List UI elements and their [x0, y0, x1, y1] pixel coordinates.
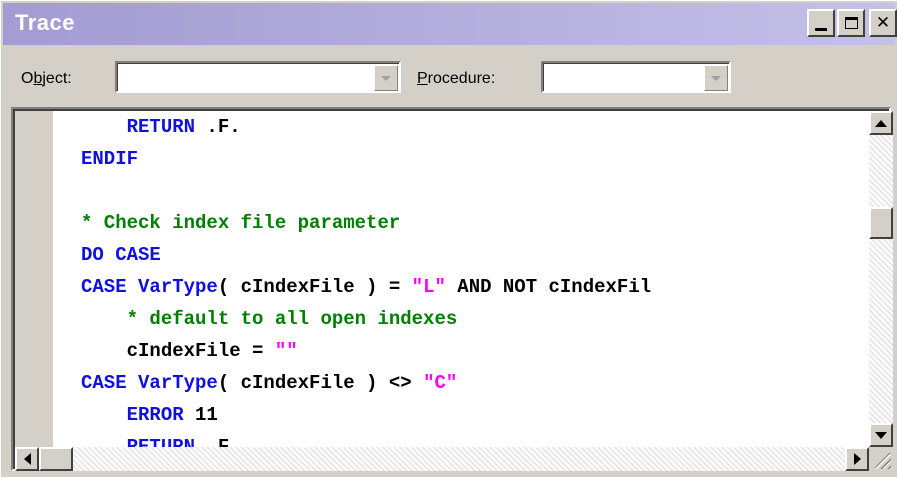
code-line[interactable]: RETURN .F. — [81, 431, 241, 447]
code-token: cIndexFile = — [126, 340, 275, 362]
code-token: .F. — [195, 436, 241, 447]
code-line[interactable]: * Check index file parameter — [81, 207, 400, 239]
close-button[interactable]: ✕ — [869, 9, 897, 37]
arrow-left-icon — [23, 453, 31, 465]
scroll-down-button[interactable] — [869, 423, 893, 447]
code-line[interactable]: CASE VarType( cIndexFile ) <> "C" — [81, 367, 457, 399]
code-line[interactable]: DO CASE — [81, 239, 161, 271]
vertical-scroll-thumb[interactable] — [869, 207, 893, 239]
code-token: RETURN — [126, 116, 196, 138]
code-token: RETURN — [126, 436, 196, 447]
code-token: "L" — [411, 276, 446, 298]
minimize-icon — [815, 27, 827, 31]
code-view[interactable]: RETURN .F. ENDIF * Check index file parame… — [53, 111, 869, 447]
code-line[interactable]: RETURN .F. — [81, 111, 241, 143]
code-token: ( cIndexFile ) = — [217, 276, 412, 298]
trace-window: Trace ✕ Object: Procedure: RETURN .F. END… — [0, 0, 898, 478]
window-title: Trace — [15, 10, 75, 35]
code-token: ENDIF — [81, 148, 139, 170]
object-dropdown-button[interactable] — [374, 65, 398, 91]
maximize-button[interactable] — [837, 9, 865, 37]
code-token: * default to all open indexes — [126, 308, 458, 330]
procedure-dropdown-button[interactable] — [704, 65, 728, 91]
code-token: ERROR — [126, 404, 184, 426]
code-token: CASE VarType — [81, 276, 218, 298]
procedure-combobox[interactable] — [541, 61, 731, 93]
procedure-label: Procedure: — [417, 70, 496, 87]
code-token: CASE VarType — [81, 372, 218, 394]
scroll-left-button[interactable] — [15, 447, 39, 471]
scroll-right-button[interactable] — [845, 447, 869, 471]
trace-toolbar: Object: Procedure: — [3, 49, 895, 105]
code-token: "" — [274, 340, 298, 362]
code-panel: RETURN .F. ENDIF * Check index file parame… — [11, 107, 893, 471]
minimize-button[interactable] — [807, 9, 835, 37]
vertical-scrollbar[interactable] — [869, 111, 893, 447]
code-line[interactable]: * default to all open indexes — [81, 303, 458, 335]
resize-grip[interactable] — [869, 447, 893, 471]
scroll-up-button[interactable] — [869, 111, 893, 135]
chevron-down-icon — [711, 75, 721, 81]
arrow-down-icon — [875, 431, 887, 439]
breakpoint-gutter[interactable] — [15, 111, 53, 447]
code-token: DO CASE — [81, 244, 161, 266]
size-grip-icon — [875, 453, 891, 469]
horizontal-scroll-thumb[interactable] — [39, 447, 73, 471]
code-line[interactable]: CASE VarType( cIndexFile ) = "L" AND NOT… — [81, 271, 651, 303]
maximize-icon — [844, 17, 858, 29]
code-token: .F. — [195, 116, 241, 138]
horizontal-scrollbar[interactable] — [15, 447, 869, 471]
object-combobox[interactable] — [115, 61, 401, 93]
code-token: "C" — [423, 372, 458, 394]
code-line[interactable]: ERROR 11 — [81, 399, 218, 431]
object-label: Object: — [21, 70, 72, 87]
title-bar[interactable]: Trace ✕ — [3, 3, 897, 45]
code-token: * Check index file parameter — [81, 212, 401, 234]
chevron-down-icon — [381, 75, 391, 81]
arrow-right-icon — [853, 453, 861, 465]
arrow-up-icon — [875, 119, 887, 127]
code-line[interactable]: cIndexFile = "" — [81, 335, 298, 367]
code-line[interactable]: ENDIF — [81, 143, 138, 175]
code-token: ( cIndexFile ) <> — [217, 372, 424, 394]
code-token: 11 — [183, 404, 218, 426]
code-token: AND NOT cIndexFil — [445, 276, 652, 298]
close-icon: ✕ — [875, 12, 891, 33]
